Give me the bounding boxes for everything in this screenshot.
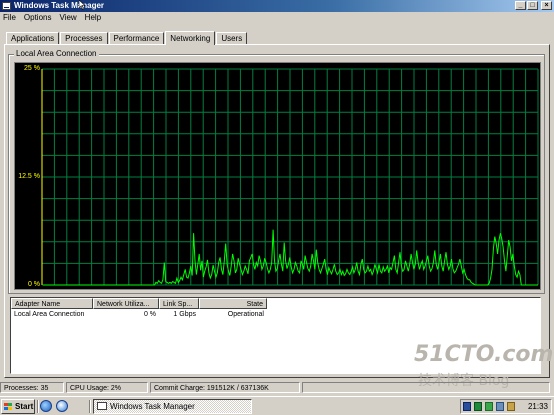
menu-view[interactable]: View [55, 12, 80, 24]
taskbar-separator [89, 400, 91, 413]
status-bar: Processes: 35 CPU Usage: 2% Commit Charg… [0, 382, 554, 394]
status-processes: Processes: 35 [0, 382, 64, 393]
table-row[interactable]: Local Area Connection 0 % 1 Gbps Operati… [11, 310, 267, 320]
column-state[interactable]: State [199, 298, 267, 309]
link-speed-cell: 1 Gbps [173, 311, 196, 318]
connection-icon[interactable] [496, 402, 504, 411]
tab-networking[interactable]: Networking [165, 31, 216, 45]
tab-strip: Applications Processes Performance Netwo… [6, 30, 248, 45]
column-network-utilization[interactable]: Network Utiliza... [93, 298, 159, 309]
clock[interactable]: 21:33 [528, 400, 548, 413]
graph-group-label: Local Area Connection [14, 49, 99, 59]
network-status-icon[interactable] [474, 402, 482, 411]
window-controls: _ □ × [515, 1, 552, 10]
cpu-meter-icon[interactable] [485, 402, 493, 411]
menu-options[interactable]: Options [20, 12, 56, 24]
task-manager-icon [97, 402, 107, 410]
volume-icon[interactable] [507, 402, 515, 411]
close-button[interactable]: × [541, 1, 552, 10]
status-cpu-usage: CPU Usage: 2% [66, 382, 148, 393]
network-history-graph: 25 % 12.5 % 0 % [14, 62, 541, 290]
tab-performance[interactable]: Performance [108, 32, 165, 44]
status-empty [302, 382, 550, 393]
utilization-cell: 0 % [143, 311, 156, 318]
tab-applications[interactable]: Applications [6, 32, 60, 44]
show-desktop-icon[interactable] [56, 400, 68, 412]
adapter-name-cell: Local Area Connection [14, 311, 85, 318]
taskbar-task-label: Windows Task Manager [110, 402, 195, 411]
mouse-cursor-icon [79, 0, 86, 10]
state-cell: Operational [227, 311, 264, 318]
taskbar-separator [37, 400, 39, 413]
taskbar-task-manager-button[interactable]: Windows Task Manager [93, 399, 252, 414]
tab-users[interactable]: Users [216, 32, 248, 44]
status-commit-charge: Commit Charge: 191512K / 637136K [150, 382, 300, 393]
watermark-logo: 51CTO.com [414, 342, 554, 367]
window-title: Windows Task Manager [14, 1, 105, 10]
column-link-speed[interactable]: Link Sp... [159, 298, 199, 309]
maximize-button[interactable]: □ [527, 1, 538, 10]
column-adapter-name[interactable]: Adapter Name [11, 298, 93, 309]
windows-logo-icon [4, 403, 12, 410]
system-tray: 21:33 [460, 399, 552, 414]
task-manager-icon [2, 2, 11, 10]
input-method-icon[interactable] [463, 402, 471, 411]
start-button[interactable]: Start [1, 399, 35, 414]
title-bar[interactable]: Windows Task Manager _ □ × [0, 0, 554, 12]
tab-processes[interactable]: Processes [60, 32, 108, 44]
start-label: Start [15, 402, 34, 411]
menu-help[interactable]: Help [81, 12, 105, 24]
taskbar: Start Windows Task Manager 21:33 [0, 396, 554, 415]
menu-bar: File Options View Help [0, 12, 554, 24]
menu-file[interactable]: File [0, 12, 20, 24]
internet-explorer-icon[interactable] [40, 400, 52, 412]
graph-plot-area [41, 68, 539, 286]
adapter-list-header: Adapter Name Network Utiliza... Link Sp.… [11, 298, 267, 309]
minimize-button[interactable]: _ [515, 1, 526, 10]
